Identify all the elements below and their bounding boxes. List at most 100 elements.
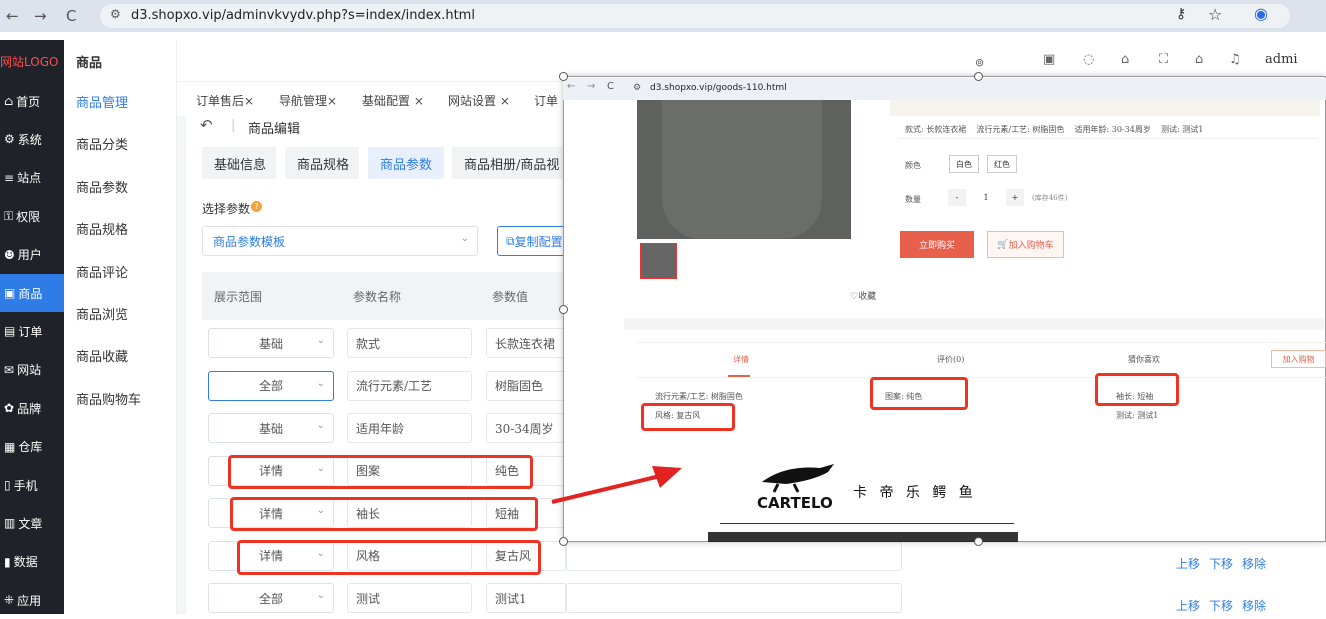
password-key-icon[interactable]: ⚷ bbox=[1176, 6, 1186, 22]
resize-handle[interactable] bbox=[559, 537, 568, 546]
row-action-0[interactable]: 上移 bbox=[1176, 597, 1200, 614]
scope-value: 基础 bbox=[258, 336, 283, 351]
site-logo[interactable]: 网站LOGO bbox=[0, 40, 64, 82]
param-name-input[interactable]: 测试 bbox=[347, 583, 472, 613]
add-cart-button[interactable]: 🛒 加入购物车 bbox=[987, 231, 1064, 258]
sidebar-item-12[interactable]: ▮ 数据 bbox=[0, 543, 64, 581]
bell-icon[interactable]: ♫ bbox=[1229, 52, 1241, 67]
sidebar-item-7[interactable]: ✉ 网站 bbox=[0, 351, 64, 389]
sidebar-item-4[interactable]: ☻ 用户 bbox=[0, 236, 64, 274]
sidebar-item-0[interactable]: ⌂ 首页 bbox=[0, 82, 64, 120]
forward-arrow-icon[interactable]: → bbox=[587, 81, 595, 92]
color-white-option[interactable]: 白色 bbox=[949, 155, 979, 173]
submenu-item-7[interactable]: 商品购物车 bbox=[76, 389, 141, 408]
row-action-1[interactable]: 下移 bbox=[1209, 555, 1233, 572]
sidebar-item-11[interactable]: ▥ 文章 bbox=[0, 504, 64, 542]
param-name-input[interactable]: 款式 bbox=[347, 328, 472, 358]
sidebar-item-5[interactable]: ▣ 商品 bbox=[0, 274, 64, 312]
resize-handle[interactable] bbox=[974, 72, 983, 81]
favorite-link[interactable]: ♡收藏 bbox=[850, 289, 876, 302]
segment-tab-1[interactable]: 商品规格 bbox=[285, 147, 359, 179]
detail-tab-reviews[interactable]: 评价(0) bbox=[937, 354, 964, 365]
row-action-0[interactable]: 上移 bbox=[1176, 555, 1200, 572]
home-icon[interactable]: ⌂ bbox=[1195, 52, 1203, 67]
page-tab-0[interactable]: 订单售后× bbox=[196, 92, 254, 109]
sidebar-item-9[interactable]: ▦ 仓库 bbox=[0, 428, 64, 466]
back-icon[interactable]: ↶ bbox=[200, 116, 213, 134]
theme-icon[interactable]: ◌ bbox=[1083, 52, 1094, 67]
header-scope: 展示范围 bbox=[214, 290, 263, 304]
segment-tab-0[interactable]: 基础信息 bbox=[202, 147, 276, 179]
param-name-input[interactable]: 适用年龄 bbox=[347, 413, 472, 443]
sidebar-item-label: 商品 bbox=[18, 286, 43, 301]
submenu-item-0[interactable]: 商品管理 bbox=[76, 92, 128, 111]
reload-icon[interactable]: C bbox=[607, 81, 614, 92]
page-tab-3[interactable]: 网站设置 × bbox=[448, 92, 510, 109]
highlight-row-style bbox=[237, 540, 541, 575]
param-value-input[interactable]: 树脂固色 bbox=[486, 370, 566, 401]
param-name-input[interactable]: 流行元素/工艺 bbox=[347, 370, 472, 401]
submenu-item-3[interactable]: 商品规格 bbox=[76, 219, 128, 238]
resize-handle[interactable] bbox=[974, 537, 983, 546]
clear-cache-icon[interactable]: ▣ bbox=[1043, 52, 1055, 67]
copy-config-label: 复制配置 bbox=[514, 234, 563, 249]
param-template-select[interactable]: 商品参数模板 ⌄ bbox=[202, 226, 478, 256]
segment-tab-3[interactable]: 商品相册/商品视 bbox=[452, 147, 564, 179]
store-icon[interactable]: ⌂ bbox=[1121, 52, 1129, 67]
color-red-option[interactable]: 红色 bbox=[987, 155, 1017, 173]
page-tab-1[interactable]: 导航管理× bbox=[279, 92, 337, 109]
back-arrow-icon[interactable]: ← bbox=[567, 81, 575, 92]
param-value-input[interactable]: 长款连衣裙 bbox=[486, 328, 566, 358]
row-action-1[interactable]: 下移 bbox=[1209, 597, 1233, 614]
sidebar-item-2[interactable]: ≡ 站点 bbox=[0, 159, 64, 197]
submenu-item-4[interactable]: 商品评论 bbox=[76, 262, 128, 281]
bookmark-star-icon[interactable]: ☆ bbox=[1208, 5, 1222, 24]
article-icon: ▥ bbox=[4, 516, 16, 531]
row-action-2[interactable]: 移除 bbox=[1242, 597, 1266, 614]
qty-input[interactable]: 1 bbox=[966, 189, 1006, 206]
copy-config-button[interactable]: ⧉ 复制配置 bbox=[497, 226, 567, 256]
user-name[interactable]: admi bbox=[1265, 52, 1298, 67]
page-tab-2[interactable]: 基础配置 × bbox=[362, 92, 424, 109]
sidebar-item-13[interactable]: ⁜ 应用 bbox=[0, 581, 64, 619]
sidebar-item-6[interactable]: ▤ 订单 bbox=[0, 312, 64, 350]
qty-minus-button[interactable]: - bbox=[948, 189, 966, 206]
submenu-item-2[interactable]: 商品参数 bbox=[76, 177, 128, 196]
rotate-handle-icon[interactable]: ⊚ bbox=[975, 56, 984, 69]
param-value-input[interactable]: 测试1 bbox=[486, 583, 566, 613]
help-icon[interactable]: ? bbox=[251, 201, 262, 212]
submenu-item-6[interactable]: 商品收藏 bbox=[76, 346, 128, 365]
param-value-input[interactable]: 30-34周岁 bbox=[486, 413, 566, 443]
fullscreen-icon[interactable]: ⛶ bbox=[1159, 52, 1168, 67]
detail-tab-guess[interactable]: 猜你喜欢 bbox=[1128, 354, 1160, 365]
detail-tab-detail[interactable]: 详情 bbox=[733, 354, 749, 365]
sidebar-item-8[interactable]: ✿ 品牌 bbox=[0, 389, 64, 427]
page-tab-4[interactable]: 订单 bbox=[534, 92, 558, 109]
submenu-item-5[interactable]: 商品浏览 bbox=[76, 304, 128, 323]
add-cart-small-button[interactable]: 加入购物 bbox=[1271, 350, 1326, 368]
sub-menu: 商品 bbox=[64, 40, 177, 614]
back-arrow-icon[interactable]: ← bbox=[6, 7, 19, 25]
chevron-down-icon: ⌄ bbox=[460, 233, 469, 244]
param-value-input-extension bbox=[566, 583, 902, 613]
forward-arrow-icon[interactable]: → bbox=[34, 7, 47, 25]
sidebar-item-10[interactable]: ▯ 手机 bbox=[0, 466, 64, 504]
resize-handle[interactable] bbox=[559, 72, 568, 81]
product-thumbnail[interactable] bbox=[640, 243, 677, 279]
qty-plus-button[interactable]: + bbox=[1006, 189, 1024, 206]
segment-tab-2[interactable]: 商品参数 bbox=[368, 147, 444, 179]
scope-select[interactable]: 全部 ⌄ bbox=[208, 583, 334, 613]
reload-icon[interactable]: C bbox=[66, 7, 76, 25]
scope-select[interactable]: 基础 ⌄ bbox=[208, 328, 334, 358]
site-info-icon[interactable]: ⚙ bbox=[110, 7, 121, 21]
sidebar-item-1[interactable]: ⚙ 系统 bbox=[0, 120, 64, 158]
profile-icon[interactable]: ◉ bbox=[1254, 4, 1268, 23]
resize-handle[interactable] bbox=[559, 305, 568, 314]
highlight-detail-pattern bbox=[870, 377, 968, 410]
scope-select[interactable]: 基础 ⌄ bbox=[208, 413, 334, 443]
row-action-2[interactable]: 移除 bbox=[1242, 555, 1266, 572]
buy-now-button[interactable]: 立即购买 bbox=[900, 231, 974, 258]
scope-select[interactable]: 全部 ⌄ bbox=[208, 370, 334, 401]
submenu-item-1[interactable]: 商品分类 bbox=[76, 134, 128, 153]
sidebar-item-3[interactable]: ⚿ 权限 bbox=[0, 197, 64, 235]
